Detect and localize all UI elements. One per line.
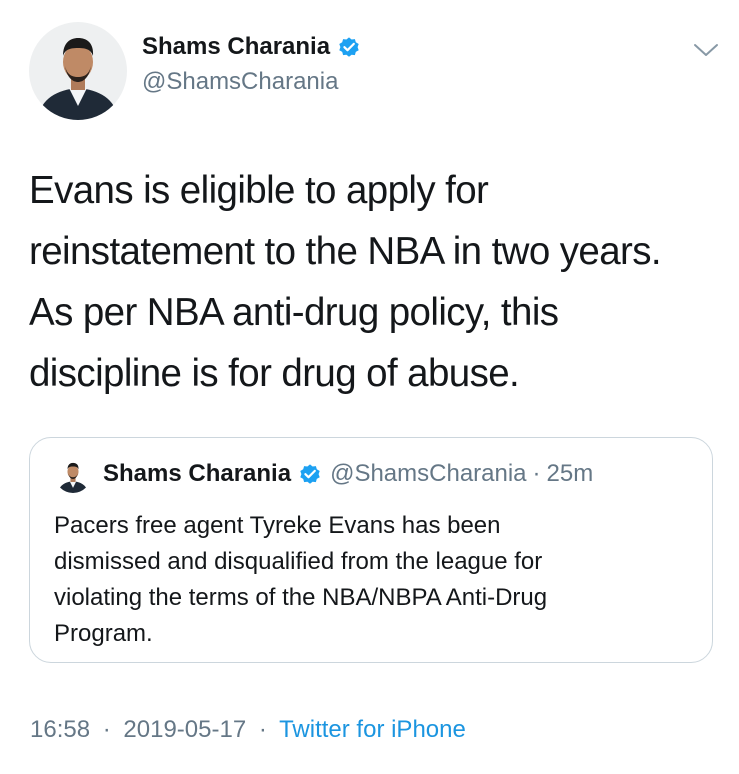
author-handle[interactable]: @ShamsCharania <box>142 68 338 96</box>
quoted-author-handle: @ShamsCharania <box>330 460 527 487</box>
quoted-tweet-card[interactable]: Shams Charania @ShamsCharania · 25m Pace… <box>29 437 713 663</box>
tweet-source-link[interactable]: Twitter for iPhone <box>279 716 466 743</box>
tweet-text: Evans is eligible to apply for reinstate… <box>29 169 662 395</box>
separator-dot: · <box>532 460 541 487</box>
avatar-photo <box>55 457 91 493</box>
author-display-name[interactable]: Shams Charania <box>142 33 330 61</box>
verified-badge-icon <box>337 35 361 59</box>
quoted-author-avatar <box>55 457 91 493</box>
author-name-row[interactable]: Shams Charania <box>142 33 361 61</box>
quoted-tweet-header: Shams Charania @ShamsCharania · 25m <box>103 460 593 488</box>
separator-dot: · <box>102 716 111 743</box>
quoted-tweet-text: Pacers free agent Tyreke Evans has been … <box>54 512 548 647</box>
quoted-author-name: Shams Charania <box>103 460 292 487</box>
avatar-photo <box>29 22 127 120</box>
tweet-time: 16:58 <box>30 716 91 743</box>
quoted-tweet-time: 25m <box>546 460 594 487</box>
separator-dot: · <box>258 716 267 743</box>
tweet-footer: 16:58 · 2019-05-17 · Twitter for iPhone <box>30 716 466 744</box>
verified-badge-icon <box>298 462 322 486</box>
chevron-down-icon[interactable] <box>692 40 720 60</box>
tweet-date: 2019-05-17 <box>123 716 247 743</box>
author-avatar[interactable] <box>29 22 127 120</box>
